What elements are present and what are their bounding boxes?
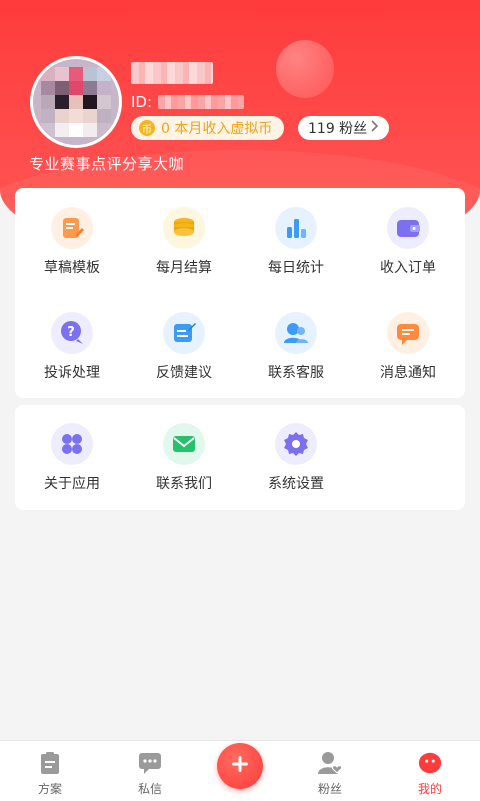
gear-icon	[275, 423, 317, 465]
apps-icon	[51, 423, 93, 465]
tab-messages[interactable]: 私信	[102, 741, 198, 801]
menu-item-label: 关于应用	[44, 476, 100, 492]
fans-badge[interactable]: 119 粉丝	[298, 116, 390, 140]
menu-item-label: 反馈建议	[156, 365, 212, 381]
question-chat-icon: ?	[51, 312, 93, 354]
add-button[interactable]	[217, 743, 263, 789]
wallet-icon	[387, 207, 429, 249]
menu-item-draft-template[interactable]: 草稿模板	[16, 207, 128, 277]
menu-item-income-orders[interactable]: 收入订单	[352, 207, 464, 277]
menu-item-customer-service[interactable]: 联系客服	[240, 312, 352, 382]
draft-icon	[51, 207, 93, 249]
username-redacted	[131, 62, 213, 84]
menu-item-system-settings[interactable]: 系统设置	[240, 423, 352, 493]
chevron-right-icon	[371, 120, 379, 136]
feedback-icon	[163, 312, 205, 354]
tab-fans[interactable]: 粉丝	[282, 741, 378, 801]
menu-item-contact-us[interactable]: 联系我们	[128, 423, 240, 493]
menu-item-about[interactable]: 关于应用	[16, 423, 128, 493]
tab-plans[interactable]: 方案	[2, 741, 98, 801]
tab-label: 我的	[417, 782, 442, 796]
menu-item-label: 消息通知	[380, 365, 436, 381]
settings-card: 关于应用 联系我们 系统设置	[15, 405, 465, 510]
menu-item-label: 联系我们	[156, 476, 212, 492]
menu-item-feedback[interactable]: 反馈建议	[128, 312, 240, 382]
coin-icon: 币	[139, 120, 155, 136]
customer-service-icon	[275, 312, 317, 354]
message-icon	[387, 312, 429, 354]
profile-slogan: 专业赛事点评分享大咖	[29, 155, 185, 173]
menu-item-complaints[interactable]: ? 投诉处理	[16, 312, 128, 382]
coins-icon	[163, 207, 205, 249]
menu-item-label: 联系客服	[268, 365, 324, 381]
bar-chart-icon	[275, 207, 317, 249]
mail-icon	[163, 423, 205, 465]
user-id-row: ID:	[131, 92, 245, 112]
tab-label: 方案	[37, 782, 62, 796]
user-id-label: ID:	[131, 93, 153, 111]
menu-item-label: 收入订单	[380, 260, 436, 276]
monthly-income-badge[interactable]: 币 0 本月收入虚拟币	[131, 116, 285, 140]
tab-label: 私信	[137, 782, 162, 796]
fans-count-text: 119 粉丝	[308, 121, 368, 137]
menu-item-label: 每月结算	[156, 260, 212, 276]
menu-item-label: 草稿模板	[44, 260, 100, 276]
tab-label: 粉丝	[317, 782, 342, 796]
chat-icon	[137, 750, 163, 776]
clipboard-icon	[37, 750, 63, 776]
plus-icon	[229, 753, 251, 779]
user-id-redacted	[158, 95, 245, 109]
fans-icon	[317, 750, 343, 776]
tools-card: 草稿模板 每月结算 每日统计 收入订单 ? 投诉处理 反馈建议 联系客服 消息通…	[15, 188, 465, 398]
tab-mine[interactable]: 我的	[382, 741, 478, 801]
menu-item-monthly-settlement[interactable]: 每月结算	[128, 207, 240, 277]
profile-face-icon	[417, 750, 443, 776]
decor-bubble	[276, 40, 334, 98]
menu-item-label: 每日统计	[268, 260, 324, 276]
avatar[interactable]	[30, 56, 122, 148]
menu-item-label: 系统设置	[268, 476, 324, 492]
menu-item-label: 投诉处理	[44, 365, 100, 381]
monthly-income-text: 0 本月收入虚拟币	[161, 121, 273, 137]
menu-item-notifications[interactable]: 消息通知	[352, 312, 464, 382]
menu-item-daily-stats[interactable]: 每日统计	[240, 207, 352, 277]
svg-text:?: ?	[67, 325, 75, 340]
